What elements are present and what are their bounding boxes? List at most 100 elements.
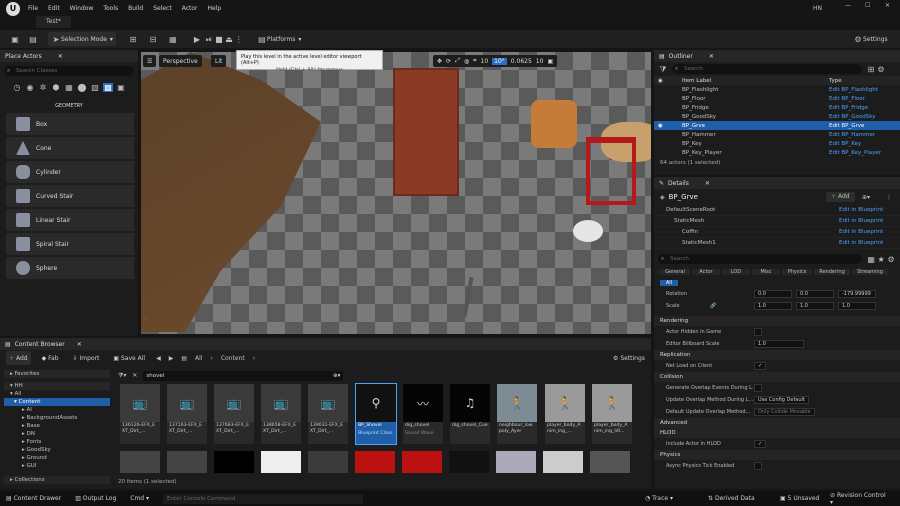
level-viewport[interactable]: ☰ Perspective Lit ✥ ⟳ ⤢ ◍ ⌗ 10 10° 0.062…: [141, 52, 651, 334]
console-input[interactable]: Enter Console Command: [163, 493, 364, 504]
menu-file[interactable]: File: [28, 5, 38, 12]
menu-window[interactable]: Window: [70, 5, 94, 12]
folder-dn[interactable]: ▸ DN: [4, 430, 110, 438]
menu-help[interactable]: Help: [208, 5, 222, 12]
play-icon[interactable]: ▶: [192, 35, 202, 44]
folder-goodsky[interactable]: ▸ GoodSky: [4, 446, 110, 454]
folder-background-assets[interactable]: ▸ BackgroundAssets: [4, 414, 110, 422]
asset-tile[interactable]: [261, 451, 301, 473]
transform-tools[interactable]: ✥ ⟳ ⤢ ◍ ⌗ 10 10° 0.0625 10 ▣: [433, 55, 558, 67]
scale-snap-value[interactable]: 0.0625: [511, 58, 532, 65]
settings-button[interactable]: ⚙ Settings: [850, 32, 891, 46]
layout-icon[interactable]: ▣: [547, 58, 553, 65]
favorite-icon[interactable]: ★: [876, 255, 886, 264]
geometry-item-sphere[interactable]: Sphere: [6, 257, 134, 279]
collections-header[interactable]: ▸ Collections: [4, 476, 110, 484]
actor-type-link[interactable]: Edit BP_GoodSky: [829, 114, 875, 120]
asset-tile[interactable]: 🚶 player_body_Anim_ing_Idl...: [592, 384, 632, 444]
fab-button[interactable]: ◆ Fab: [39, 351, 62, 365]
close-icon[interactable]: ✕: [77, 341, 82, 348]
derived-data-button[interactable]: ⇅ Derived Data: [708, 495, 755, 502]
asset-tile[interactable]: ♫ dig_shovel_Cue: [450, 384, 490, 444]
minimize-icon[interactable]: —: [845, 2, 851, 9]
recent-icon[interactable]: ◷: [12, 83, 22, 92]
world-icon[interactable]: ◍: [464, 58, 469, 65]
output-log-button[interactable]: ▥ Output Log: [75, 495, 116, 502]
actor-type-link[interactable]: Edit BP_Key_Player: [829, 150, 881, 156]
rotate-icon[interactable]: ⟳: [446, 58, 451, 65]
close-icon[interactable]: ✕: [709, 53, 714, 60]
place-actors-search[interactable]: ⌕ Search Classes: [4, 66, 134, 76]
revision-control-button[interactable]: ⊘ Revision Control ▾: [830, 492, 886, 506]
grid-snap-value[interactable]: 10: [481, 58, 489, 65]
visual-effects-icon[interactable]: ⬤: [77, 83, 87, 92]
history-forward-icon[interactable]: ▶: [169, 355, 174, 362]
surface-snap-icon[interactable]: ⌗: [473, 57, 476, 65]
geometry-item-cylinder[interactable]: Cylinder: [6, 161, 134, 183]
asset-tile-selected[interactable]: ⚲ BP_Shovel Blueprint Class: [355, 383, 397, 445]
asset-tile[interactable]: 📺 137163-EFX_EXT_Dirt_...: [167, 384, 207, 444]
net-load-checkbox[interactable]: ✓: [754, 362, 767, 370]
camera-speed-value[interactable]: 10: [536, 58, 544, 65]
favorites-header[interactable]: ▸ Favorites: [4, 370, 110, 378]
stop-icon[interactable]: ■: [214, 35, 224, 44]
save-icon[interactable]: ▣: [10, 35, 20, 44]
viewport-options-button[interactable]: ☰: [143, 55, 157, 67]
update-overlap-select[interactable]: Use Config Default: [754, 396, 809, 404]
folder-gui[interactable]: ▸ GUI: [4, 462, 110, 470]
hidden-checkbox[interactable]: [754, 328, 762, 336]
actor-type-link[interactable]: Edit BP_Hammer: [829, 132, 875, 138]
asset-tile[interactable]: 〰 dig_shovel Sound Wave: [403, 384, 443, 444]
filter-icon[interactable]: ⧩▾: [118, 372, 126, 380]
project-header[interactable]: ▾ HH: [4, 382, 110, 390]
menu-edit[interactable]: Edit: [48, 5, 60, 12]
lock-icon[interactable]: 🔗: [710, 303, 716, 309]
asset-tile[interactable]: [167, 451, 207, 473]
component-row[interactable]: Coffin Edit in Blueprint: [654, 227, 900, 238]
outliner-row[interactable]: BP_Fridge Edit BP_Fridge: [654, 103, 900, 112]
default-overlap-select[interactable]: Only Collide Movable: [754, 408, 815, 416]
breadcrumb-all[interactable]: All: [195, 355, 202, 362]
edit-in-blueprint-link[interactable]: Edit in Blueprint: [839, 207, 883, 213]
folder-fonts[interactable]: ▸ Fonts: [4, 438, 110, 446]
details-tab[interactable]: ✎ Details ✕: [654, 177, 900, 189]
asset-tile[interactable]: 📺 139031-EFX_EXT_Dirt_...: [308, 384, 348, 444]
asset-tile[interactable]: [496, 451, 536, 473]
volumes-icon[interactable]: ▧: [90, 83, 100, 92]
actor-type-link[interactable]: Edit BP_Key: [829, 141, 861, 147]
outliner-search[interactable]: ⌕ Search: [672, 64, 862, 74]
asset-tile[interactable]: [590, 451, 630, 473]
all-classes-icon[interactable]: ▣: [116, 83, 126, 92]
asset-tile[interactable]: [355, 451, 395, 473]
cinematics-icon[interactable]: ▦: [168, 35, 178, 44]
blueprint-options-icon[interactable]: ⊕▾: [862, 194, 870, 201]
perspective-button[interactable]: Perspective: [159, 55, 202, 67]
lights-icon[interactable]: ✲: [38, 83, 48, 92]
outliner-row[interactable]: BP_Key_Player Edit BP_Key_Player: [654, 148, 900, 157]
eject-icon[interactable]: ⏏: [224, 35, 234, 44]
scale-icon[interactable]: ⤢: [455, 57, 460, 65]
add-button[interactable]: + Add: [6, 351, 31, 365]
geometry-item-linear-stair[interactable]: Linear Stair: [6, 209, 134, 231]
add-component-button[interactable]: + Add: [826, 192, 855, 202]
rotation-y-input[interactable]: 0.0: [796, 290, 834, 298]
geometry-item-cone[interactable]: Cone: [6, 137, 134, 159]
tab-general[interactable]: General: [660, 268, 690, 275]
tab-misc[interactable]: Misc: [752, 268, 780, 275]
asset-tile[interactable]: 🚶 neighbour_lowpoly_Ayer: [497, 384, 537, 444]
asset-tile[interactable]: 📺 138658-EFX_EXT_Dirt_...: [261, 384, 301, 444]
import-button[interactable]: ⇩ Import: [70, 351, 103, 365]
folder-all[interactable]: ▾ All: [4, 390, 110, 398]
billboard-input[interactable]: 1.0: [754, 340, 804, 348]
tab-all[interactable]: All: [660, 280, 678, 286]
folder-ground[interactable]: ▸ Ground: [4, 454, 110, 462]
search-options-icon[interactable]: ⊕▾: [333, 371, 340, 381]
unreal-logo-icon[interactable]: U: [6, 1, 20, 16]
geometry-item-curved-stair[interactable]: Curved Stair: [6, 185, 134, 207]
hlod-checkbox[interactable]: ✓: [754, 440, 767, 448]
tab-streaming[interactable]: Streaming: [852, 268, 888, 275]
clear-filter-icon[interactable]: ✕: [132, 372, 137, 379]
more-options-icon[interactable]: ⋮: [886, 194, 892, 201]
menu-build[interactable]: Build: [128, 5, 143, 12]
section-physics[interactable]: Physics: [654, 450, 900, 460]
